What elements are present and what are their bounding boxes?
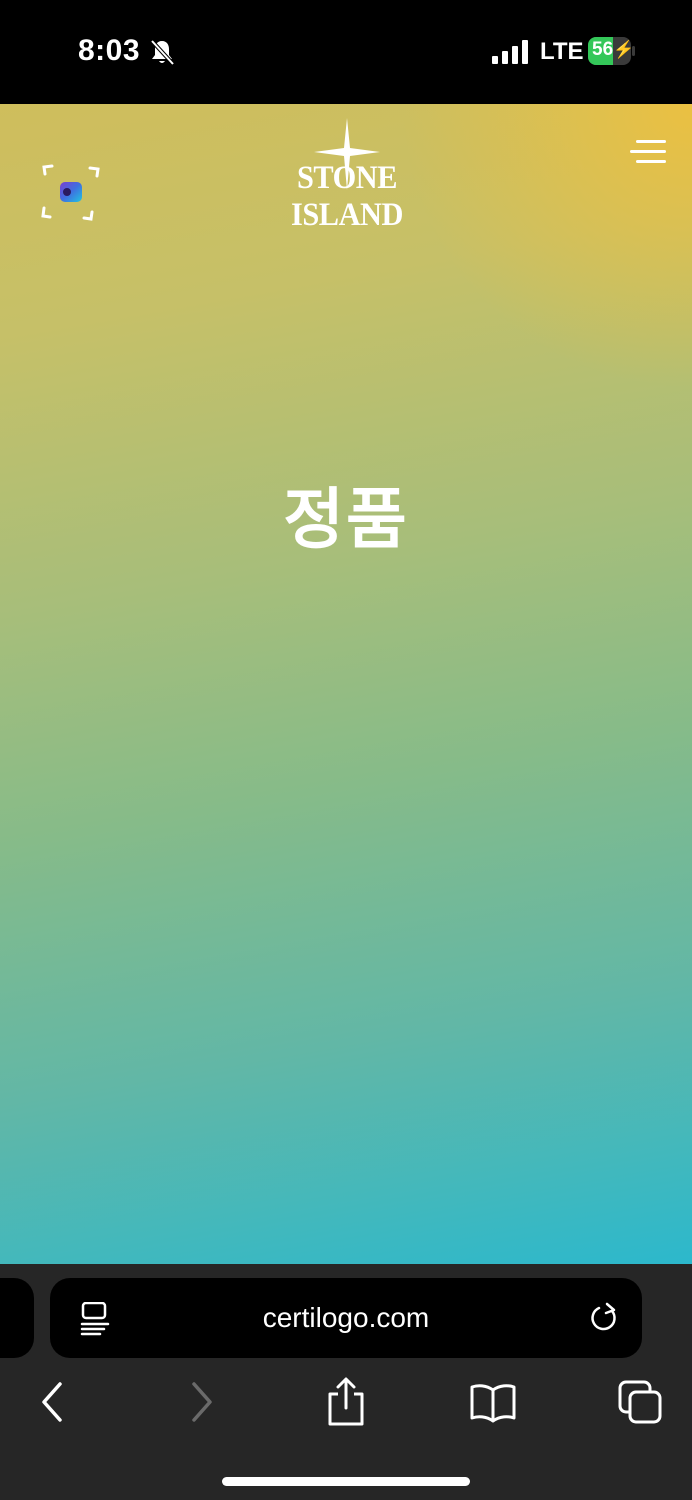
brand-logo[interactable]: STONE ISLAND — [232, 118, 462, 233]
back-icon[interactable] — [32, 1376, 72, 1428]
network-type: LTE — [540, 38, 584, 65]
brand-name: STONE ISLAND — [291, 160, 403, 233]
bell-slash-icon — [150, 39, 175, 66]
signal-icon — [492, 40, 528, 64]
browser-toolbar: certilogo.com — [0, 1264, 692, 1500]
web-content: STONE ISLAND 정품 — [0, 104, 692, 1264]
scan-icon[interactable] — [40, 162, 102, 224]
forward-icon[interactable] — [182, 1376, 222, 1428]
share-icon[interactable] — [322, 1376, 370, 1428]
home-indicator[interactable] — [222, 1477, 470, 1486]
previous-tab-preview[interactable] — [0, 1278, 34, 1358]
status-time: 8:03 — [78, 34, 141, 67]
url-text: certilogo.com — [262, 1302, 430, 1333]
authentic-headline: 정품 — [283, 481, 409, 558]
address-bar[interactable]: certilogo.com — [50, 1278, 642, 1358]
bookmarks-icon[interactable] — [468, 1376, 518, 1428]
reload-icon[interactable] — [590, 1300, 620, 1334]
menu-icon[interactable] — [626, 138, 666, 168]
battery-level: 56⚡ — [592, 39, 635, 60]
status-bar: 8:03 LTE 56⚡ — [0, 0, 692, 104]
tabs-icon[interactable] — [616, 1376, 664, 1428]
